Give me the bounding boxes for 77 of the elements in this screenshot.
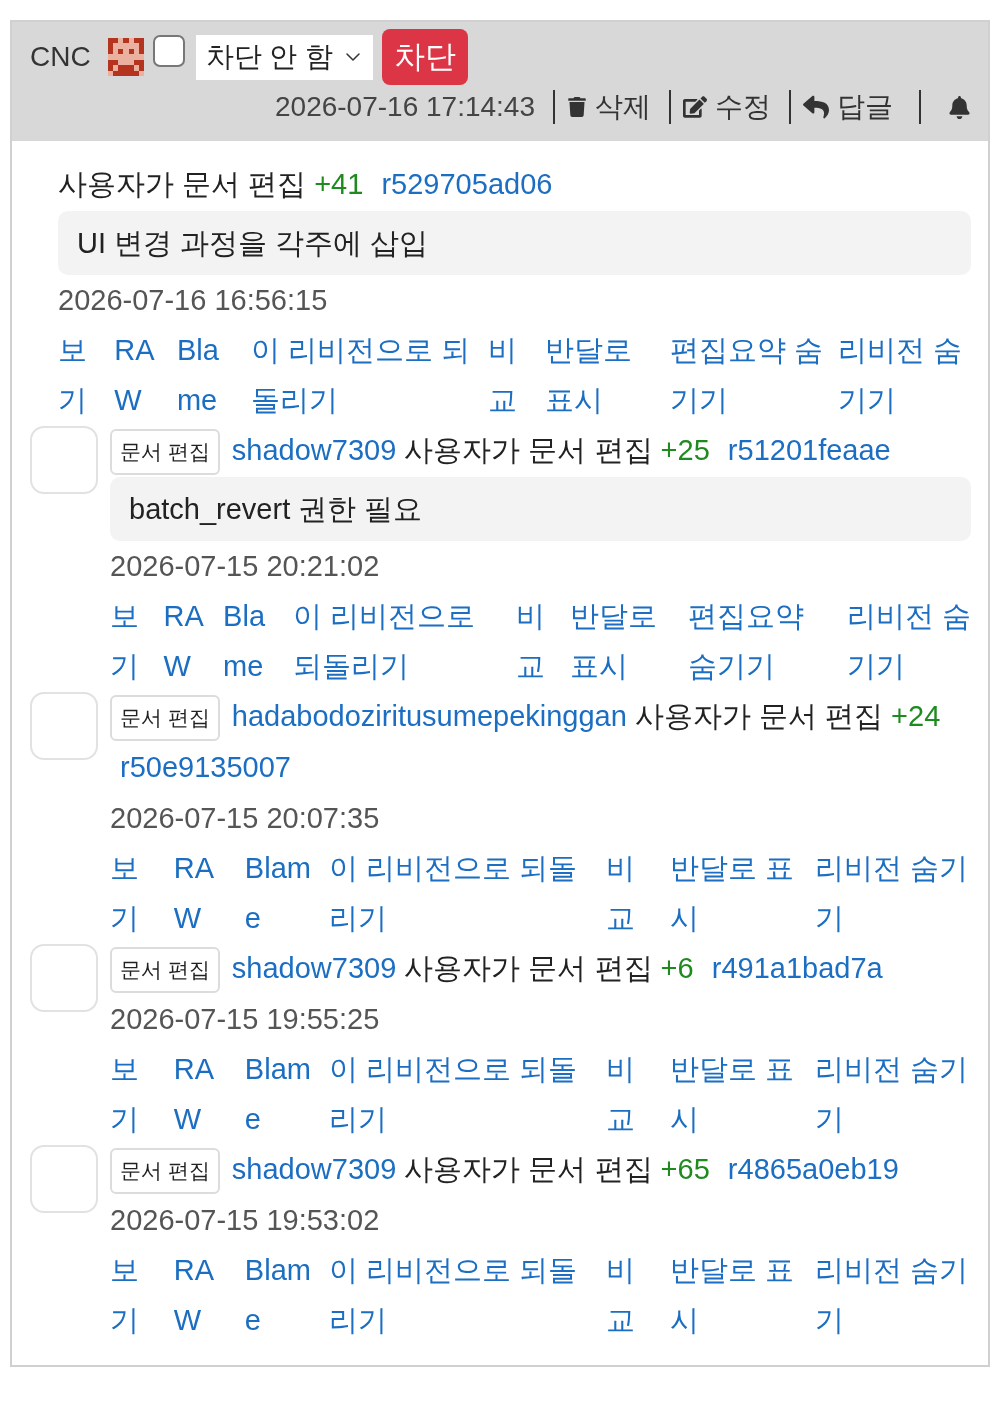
edit-summary: UI 변경 과정을 각주에 삽입 <box>58 211 971 275</box>
action-text: 사용자가 문서 편집 <box>404 434 653 466</box>
block-button[interactable]: 차단 <box>382 29 469 85</box>
edit-type-badge: 문서 편집 <box>110 429 220 476</box>
user-link[interactable]: shadow7309 <box>231 952 397 984</box>
edit-type-badge: 문서 편집 <box>110 1148 220 1195</box>
bell-icon <box>948 95 971 119</box>
action-text: 사용자가 문서 편집 <box>634 700 884 732</box>
avatar-placeholder <box>30 1145 98 1213</box>
revision-action-link[interactable]: Blame <box>244 1245 316 1345</box>
avatar-placeholder <box>30 692 98 760</box>
revision-action-link[interactable]: 리비전 숨기기 <box>814 1044 971 1144</box>
change-count: +6 <box>660 952 694 984</box>
revision-link[interactable]: r491a1bad7a <box>711 952 883 984</box>
notification-button[interactable] <box>919 90 971 124</box>
change-count: +24 <box>891 700 941 732</box>
revision-action-link[interactable]: RAW <box>173 843 231 943</box>
revision-action-link[interactable]: 리비전 숨기기 <box>814 1245 971 1345</box>
user-link[interactable]: hadabodoziritusumepekinggan <box>231 700 627 732</box>
revision-link[interactable]: r4865a0eb19 <box>727 1153 899 1185</box>
edit-summary: batch_revert 권한 필요 <box>110 477 971 541</box>
edit-datetime: 2026-07-15 20:07:35 <box>110 801 381 836</box>
revision-action-link[interactable]: 보기 <box>110 1245 160 1345</box>
revision-action-link[interactable]: 비교 <box>605 1245 656 1345</box>
revision-action-link[interactable]: 리비전 숨기기 <box>846 591 971 691</box>
author-name: CNC <box>30 41 91 73</box>
edit-datetime: 2026-07-15 20:21:02 <box>110 549 381 584</box>
edit-datetime: 2026-07-15 19:55:25 <box>110 1002 381 1037</box>
change-count: +41 <box>314 168 364 200</box>
edit-type-badge: 문서 편집 <box>110 695 220 742</box>
block-select[interactable]: 차단 안 함 <box>195 34 374 80</box>
action-text: 사용자가 문서 편집 <box>58 168 307 200</box>
avatar-placeholder <box>30 426 98 494</box>
edit-type-badge: 문서 편집 <box>110 947 220 994</box>
revision-action-link[interactable]: RAW <box>173 1044 231 1144</box>
revision-action-link[interactable]: 보기 <box>58 325 101 425</box>
revision-action-link[interactable]: 리비전 숨기기 <box>838 325 971 425</box>
revision-action-link[interactable]: 비교 <box>488 325 531 425</box>
edit-datetime: 2026-07-15 19:53:02 <box>110 1203 381 1238</box>
action-text: 사용자가 문서 편집 <box>404 1153 653 1185</box>
revision-action-link[interactable]: 편집요약 숨기기 <box>688 591 833 691</box>
change-count: +25 <box>660 434 710 466</box>
avatar-placeholder <box>30 944 98 1012</box>
edit-datetime: 2026-07-16 16:56:15 <box>58 283 329 318</box>
revision-action-link[interactable]: 이 리비전으로 되돌리기 <box>329 1245 592 1345</box>
revision-action-link[interactable]: 반달로 표시 <box>569 591 675 691</box>
revision-action-link[interactable]: 비교 <box>605 843 656 943</box>
revision-action-link[interactable]: 반달로 표시 <box>544 325 657 425</box>
revision-action-link[interactable]: RAW <box>173 1245 231 1345</box>
revision-action-link[interactable]: 보기 <box>110 843 160 943</box>
change-count: +65 <box>660 1153 710 1185</box>
revision-action-link[interactable]: 리비전 숨기기 <box>814 843 971 943</box>
revision-link[interactable]: r50e9135007 <box>120 751 291 783</box>
revision-action-link[interactable]: 이 리비전으로 되돌리기 <box>329 1044 592 1144</box>
action-text: 사용자가 문서 편집 <box>404 952 653 984</box>
user-link[interactable]: shadow7309 <box>231 1153 397 1185</box>
delete-button[interactable]: 삭제 <box>553 90 651 124</box>
trash-icon <box>567 97 587 117</box>
revision-action-link[interactable]: 이 리비전으로 되돌리기 <box>329 843 592 943</box>
revision-action-link[interactable]: RAW <box>114 325 163 425</box>
revision-action-link[interactable]: 보기 <box>110 1044 160 1144</box>
revision-link[interactable]: r529705ad06 <box>381 168 553 200</box>
pixel-avatar-icon <box>107 38 144 76</box>
revision-action-link[interactable]: 보기 <box>110 591 150 691</box>
edit-icon <box>683 95 707 119</box>
revision-action-link[interactable]: 이 리비전으로 되돌리기 <box>293 591 503 691</box>
user-link[interactable]: shadow7309 <box>231 434 397 466</box>
revision-link[interactable]: r51201feaae <box>727 434 891 466</box>
edit-button[interactable]: 수정 <box>669 90 771 124</box>
revision-action-link[interactable]: 비교 <box>516 591 556 691</box>
revision-action-link[interactable]: RAW <box>163 591 210 691</box>
checkbox[interactable] <box>152 35 185 67</box>
reply-icon <box>803 94 829 120</box>
revision-action-link[interactable]: 비교 <box>605 1044 656 1144</box>
reply-button[interactable]: 답글 <box>789 90 893 124</box>
post-datetime: 2026-07-16 17:14:43 <box>275 91 535 123</box>
revision-action-link[interactable]: 반달로 표시 <box>669 1245 801 1345</box>
